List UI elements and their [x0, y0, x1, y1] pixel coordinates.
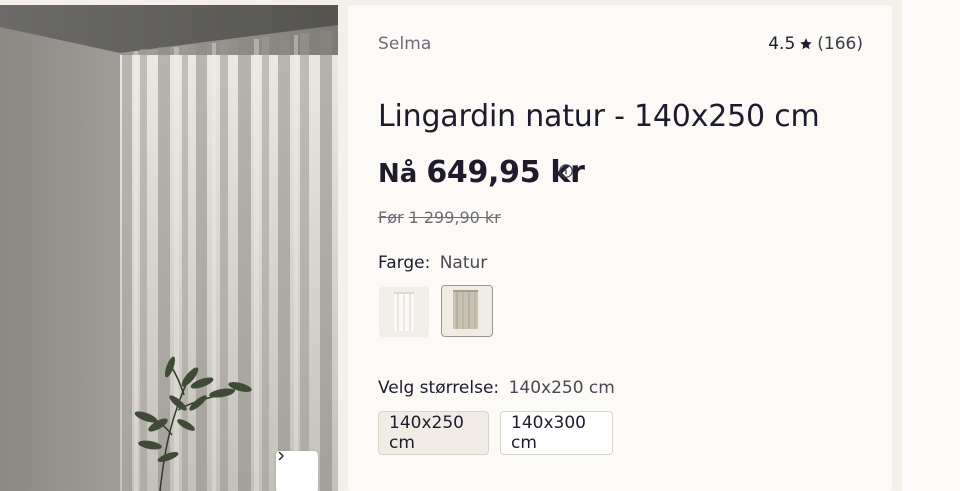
color-swatch-white[interactable]: [379, 287, 429, 337]
old-price-value: 1 299,90 kr: [408, 208, 501, 227]
curtain-photo: [0, 5, 338, 491]
product-rating[interactable]: 4.5 (166): [768, 34, 863, 54]
size-option-140x250[interactable]: 140x250 cm: [378, 411, 489, 455]
rating-count: (166): [817, 34, 863, 54]
brand-name[interactable]: Selma: [378, 34, 431, 54]
page-right-margin: [902, 0, 960, 491]
info-icon[interactable]: [558, 163, 574, 179]
gallery-next-button[interactable]: [276, 451, 318, 491]
size-value: 140x250 cm: [508, 378, 615, 398]
old-price: Før 1 299,90 kr: [378, 208, 501, 227]
rating-score: 4.5: [768, 34, 796, 54]
natural-curtain-swatch: [442, 286, 489, 333]
chevron-right-icon: [278, 451, 284, 461]
product-title: Lingardin natur - 140x250 cm: [378, 99, 820, 134]
color-value: Natur: [439, 253, 488, 273]
color-label: Farge:: [378, 253, 431, 273]
size-option-140x300[interactable]: 140x300 cm: [500, 411, 613, 455]
current-price: Nå 649,95 kr: [378, 155, 585, 190]
color-selector-label: Farge: Natur: [378, 253, 487, 273]
size-selector-label: Velg størrelse: 140x250 cm: [378, 378, 615, 398]
price-prefix: Nå: [378, 159, 418, 189]
product-image-gallery[interactable]: [0, 5, 338, 491]
white-curtain-swatch: [379, 287, 429, 337]
size-label: Velg størrelse:: [378, 378, 500, 398]
product-details-panel: Selma 4.5 (166) Lingardin natur - 140x25…: [348, 5, 892, 491]
star-icon: [800, 38, 813, 50]
old-price-prefix: Før: [378, 208, 404, 227]
color-swatch-natural[interactable]: [441, 285, 493, 337]
